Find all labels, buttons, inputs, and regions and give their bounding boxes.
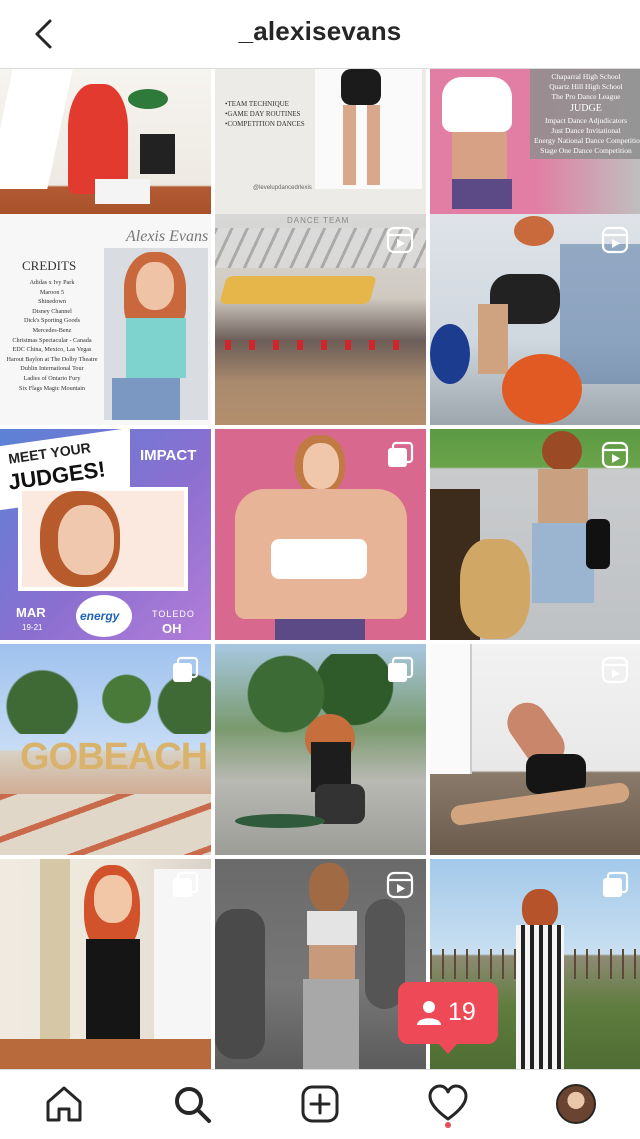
tile-text-line: Stage One Dance Competition — [540, 146, 632, 155]
post-thumbnail-11[interactable] — [215, 644, 426, 855]
tile-heading: CREDITS — [22, 258, 77, 273]
post-thumbnail-6[interactable] — [430, 214, 640, 425]
reel-icon — [601, 441, 629, 469]
reel-icon — [386, 871, 414, 899]
tile-name-script: Alexis Evans — [126, 228, 209, 245]
credit-line: Harout Baylon at The Dolby Theatre — [6, 355, 98, 363]
event-dates: 19-21 — [22, 623, 43, 632]
tile-heading: JUDGE — [570, 103, 602, 114]
add-post-icon[interactable] — [300, 1084, 340, 1124]
tile-text-line: Just Dance Invitational — [551, 126, 621, 135]
event-month: MAR — [16, 605, 46, 620]
post-thumbnail-8[interactable] — [215, 429, 426, 640]
credit-line: Adidas x Ivy Park — [29, 279, 75, 286]
beach-sign: GOBEACH — [20, 736, 208, 778]
carousel-icon — [388, 656, 414, 682]
search-icon[interactable] — [172, 1084, 212, 1124]
event-state: OH — [162, 621, 182, 636]
tile-brand: IMPACT — [140, 447, 197, 464]
reel-icon — [601, 656, 629, 684]
carousel-icon — [173, 656, 199, 682]
credit-line: Dick's Sporting Goods — [23, 317, 81, 325]
post-thumbnail-13[interactable] — [0, 859, 211, 1069]
post-thumbnail-10[interactable]: GOBEACH — [0, 644, 211, 855]
tile-text-line: Chaparral High School — [551, 72, 621, 81]
carousel-icon — [388, 441, 414, 467]
tile-text-line: •COMPETITION DANCES — [225, 120, 305, 128]
post-thumbnail-9[interactable] — [430, 429, 640, 640]
person-icon — [417, 1001, 441, 1025]
carousel-icon — [173, 871, 199, 897]
credit-line: Dublin International Tour — [20, 365, 84, 373]
tile-text-line: •TEAM TECHNIQUE — [225, 100, 289, 108]
credit-line: Ladies of Ontario Fury — [23, 374, 81, 382]
credit-line: Maroon 5 — [39, 288, 65, 296]
energy-logo: energy — [80, 609, 120, 623]
tile-handle: @levelupdancedrlexis — [253, 185, 312, 191]
tile-text-line: The Pro Dance League — [551, 92, 621, 101]
activity-heart-icon[interactable] — [428, 1084, 468, 1124]
credit-line: EDC China, Mexico, Las Vegas — [12, 346, 92, 354]
reel-icon — [386, 226, 414, 254]
event-city: TOLEDO — [152, 609, 195, 619]
reel-icon — [601, 226, 629, 254]
home-icon[interactable] — [44, 1084, 84, 1124]
follower-notification-bubble[interactable]: 19 — [398, 982, 498, 1054]
profile-username: _alexisevans — [238, 16, 402, 46]
post-thumbnail-14[interactable] — [215, 859, 426, 1069]
post-thumbnail-7[interactable]: MEET YOUR JUDGES! IMPACT MAR 19-21 energ… — [0, 429, 211, 640]
tile-text-line: Quartz Hill High School — [549, 82, 623, 91]
carousel-icon — [603, 871, 629, 897]
tile-text-line: Impact Dance Adjudicators — [544, 116, 628, 125]
post-thumbnail-12[interactable] — [430, 644, 640, 855]
credit-line: Christmas Spectacular - Canada — [12, 336, 92, 344]
bottom-nav-bar — [0, 1069, 640, 1139]
tile-text-line: DANCE TEAM — [287, 216, 350, 225]
tile-text-line: •GAME DAY ROUTINES — [225, 110, 301, 118]
credit-line: Disney Channel — [32, 307, 72, 315]
post-thumbnail-4[interactable]: Alexis Evans CREDITS Adidas x Ivy Park M… — [0, 214, 211, 425]
credit-line: Shinedown — [38, 298, 66, 306]
post-thumbnail-5[interactable]: DANCE TEAM — [215, 214, 426, 425]
activity-indicator-dot — [445, 1122, 451, 1128]
credit-line: Mercedes-Benz — [32, 326, 72, 334]
top-bar: _alexisevans — [0, 0, 640, 69]
profile-avatar[interactable] — [556, 1084, 596, 1124]
credit-line: Six Flags Magic Mountain — [18, 384, 86, 392]
tile-text-line: Energy National Dance Competition — [534, 136, 640, 145]
notification-count: 19 — [448, 998, 476, 1026]
posts-grid: •TEAM TECHNIQUE •GAME DAY ROUTINES •COMP… — [0, 69, 640, 1069]
